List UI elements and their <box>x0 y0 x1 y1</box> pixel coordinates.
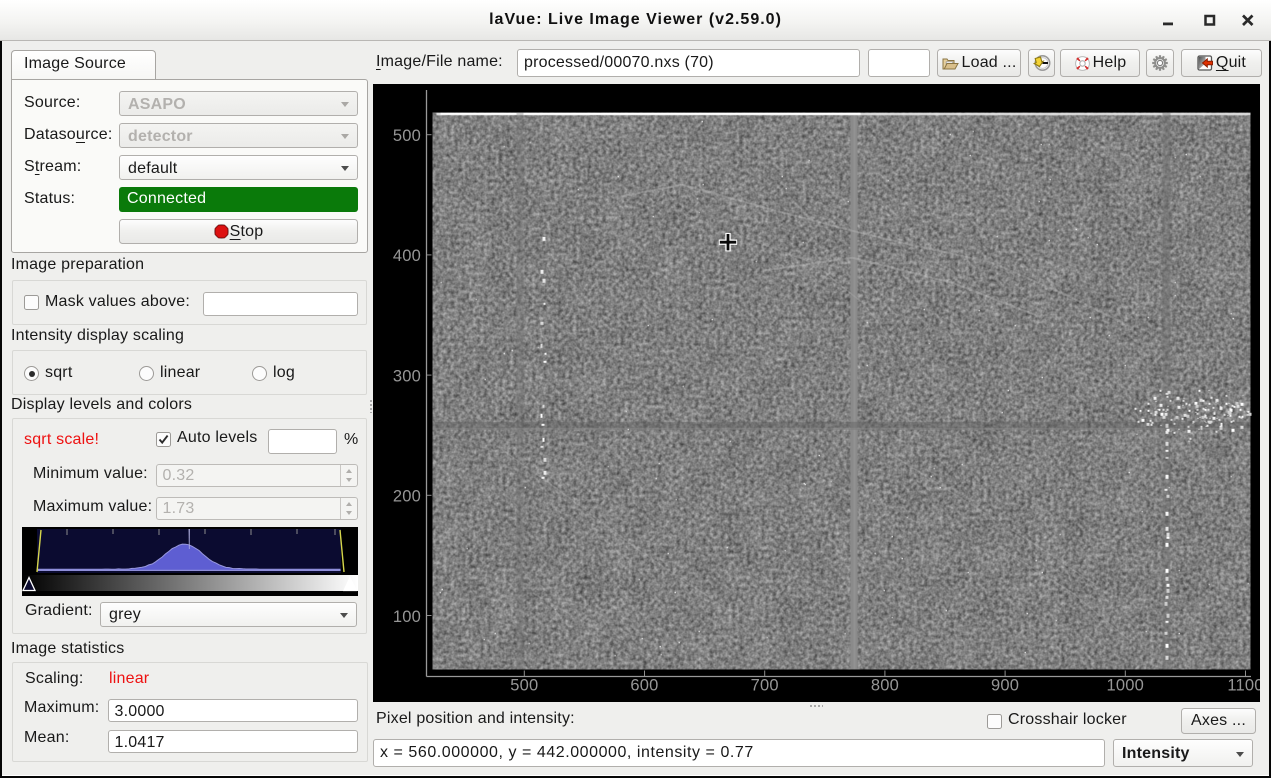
svg-text:200: 200 <box>393 488 421 506</box>
svg-text:900: 900 <box>991 677 1019 695</box>
svg-text:500: 500 <box>510 677 538 695</box>
svg-text:400: 400 <box>393 247 421 265</box>
svg-text:1100: 1100 <box>1227 677 1260 695</box>
svg-text:800: 800 <box>871 677 899 695</box>
svg-text:1000: 1000 <box>1107 677 1145 695</box>
svg-text:700: 700 <box>751 677 779 695</box>
svg-text:100: 100 <box>393 608 421 626</box>
svg-text:300: 300 <box>393 367 421 385</box>
svg-text:600: 600 <box>630 677 658 695</box>
svg-text:500: 500 <box>393 127 421 145</box>
